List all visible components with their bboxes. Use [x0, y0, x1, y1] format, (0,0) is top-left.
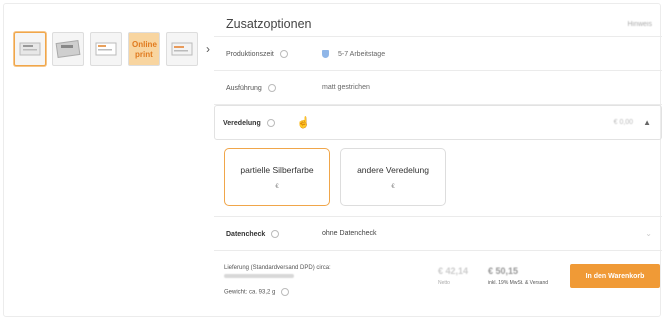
info-icon[interactable]: [281, 288, 290, 296]
hand-cursor-icon: ☝: [296, 117, 311, 129]
hint-link[interactable]: Hinweis: [627, 21, 662, 28]
info-icon[interactable]: [271, 229, 280, 238]
option-price: €: [391, 183, 395, 190]
delivery-info: Lieferung (Standardversand DPD) circa: G…: [224, 264, 331, 298]
refinement-price: € 0,00: [613, 119, 634, 126]
product-image-icon: [95, 42, 117, 56]
options-panel: Zusatzoptionen Hinweis Produktionszeit 5…: [214, 12, 662, 251]
thumbnail-3[interactable]: [90, 32, 122, 66]
refinement-summary: € 0,00 ▲: [614, 118, 661, 127]
data-check-row[interactable]: Datencheck ohne Datencheck ⌄: [214, 217, 662, 251]
netto-label: Netto: [438, 280, 450, 286]
shield-icon: [322, 49, 329, 58]
info-icon[interactable]: [279, 49, 288, 58]
configurator-frame: Online print › Zusatzoptionen Hinweis Pr…: [3, 3, 662, 317]
thumbnail-2[interactable]: [52, 32, 84, 66]
svg-text:print: print: [135, 50, 153, 59]
total-price: € 50,15: [488, 266, 519, 276]
data-check-value: ohne Datencheck: [322, 230, 377, 237]
info-icon[interactable]: [266, 118, 275, 127]
option-price: €: [275, 183, 279, 190]
chevron-up-icon[interactable]: ▲: [643, 118, 651, 127]
finish-label: Ausführung: [226, 83, 322, 92]
option-name: andere Veredelung: [357, 164, 429, 175]
product-image-icon: [19, 42, 41, 56]
delivery-label: Lieferung (Standardversand DPD) circa:: [224, 265, 331, 271]
finish-row: Ausführung matt gestrichen: [214, 71, 662, 105]
data-check-label: Datencheck: [226, 229, 322, 238]
option-other-refinement[interactable]: andere Veredelung €: [340, 148, 446, 206]
online-print-logo-icon: Online print: [132, 40, 157, 59]
section-title: Zusatzoptionen: [226, 17, 312, 31]
info-icon[interactable]: [267, 83, 276, 92]
production-time-value: 5-7 Arbeitstage: [322, 49, 385, 58]
refinement-header[interactable]: Veredelung ☝ € 0,00 ▲: [214, 105, 662, 140]
thumbnail-1[interactable]: [14, 32, 46, 66]
thumbnail-4[interactable]: Online print: [128, 32, 160, 66]
option-partial-silver[interactable]: partielle Silberfarbe €: [224, 148, 330, 206]
chevron-right-icon[interactable]: ›: [206, 42, 210, 56]
svg-text:Online: Online: [132, 40, 157, 49]
product-image-icon: [55, 39, 81, 59]
thumbnail-5[interactable]: [166, 32, 198, 66]
production-time-label: Produktionszeit: [226, 49, 322, 58]
refinement-label: Veredelung: [223, 118, 275, 127]
vat-label: inkl. 19% MwSt. & Versand: [488, 280, 549, 286]
order-footer: Lieferung (Standardversand DPD) circa: G…: [224, 264, 660, 312]
product-image-icon: [171, 42, 193, 56]
add-to-cart-button[interactable]: In den Warenkorb: [570, 264, 660, 288]
thumbnail-strip: Online print ›: [14, 32, 210, 66]
weight-info: Gewicht: ca. 93,2 g: [224, 288, 331, 298]
finish-value: matt gestrichen: [322, 84, 370, 91]
old-price: € 42,14: [438, 266, 469, 276]
chevron-down-icon[interactable]: ⌄: [645, 229, 662, 238]
production-time-row: Produktionszeit 5-7 Arbeitstage: [214, 37, 662, 71]
section-header: Zusatzoptionen Hinweis: [214, 12, 662, 37]
refinement-options: partielle Silberfarbe € andere Veredelun…: [214, 140, 662, 217]
option-name: partielle Silberfarbe: [240, 164, 314, 175]
delivery-date-blurred: [224, 273, 331, 282]
